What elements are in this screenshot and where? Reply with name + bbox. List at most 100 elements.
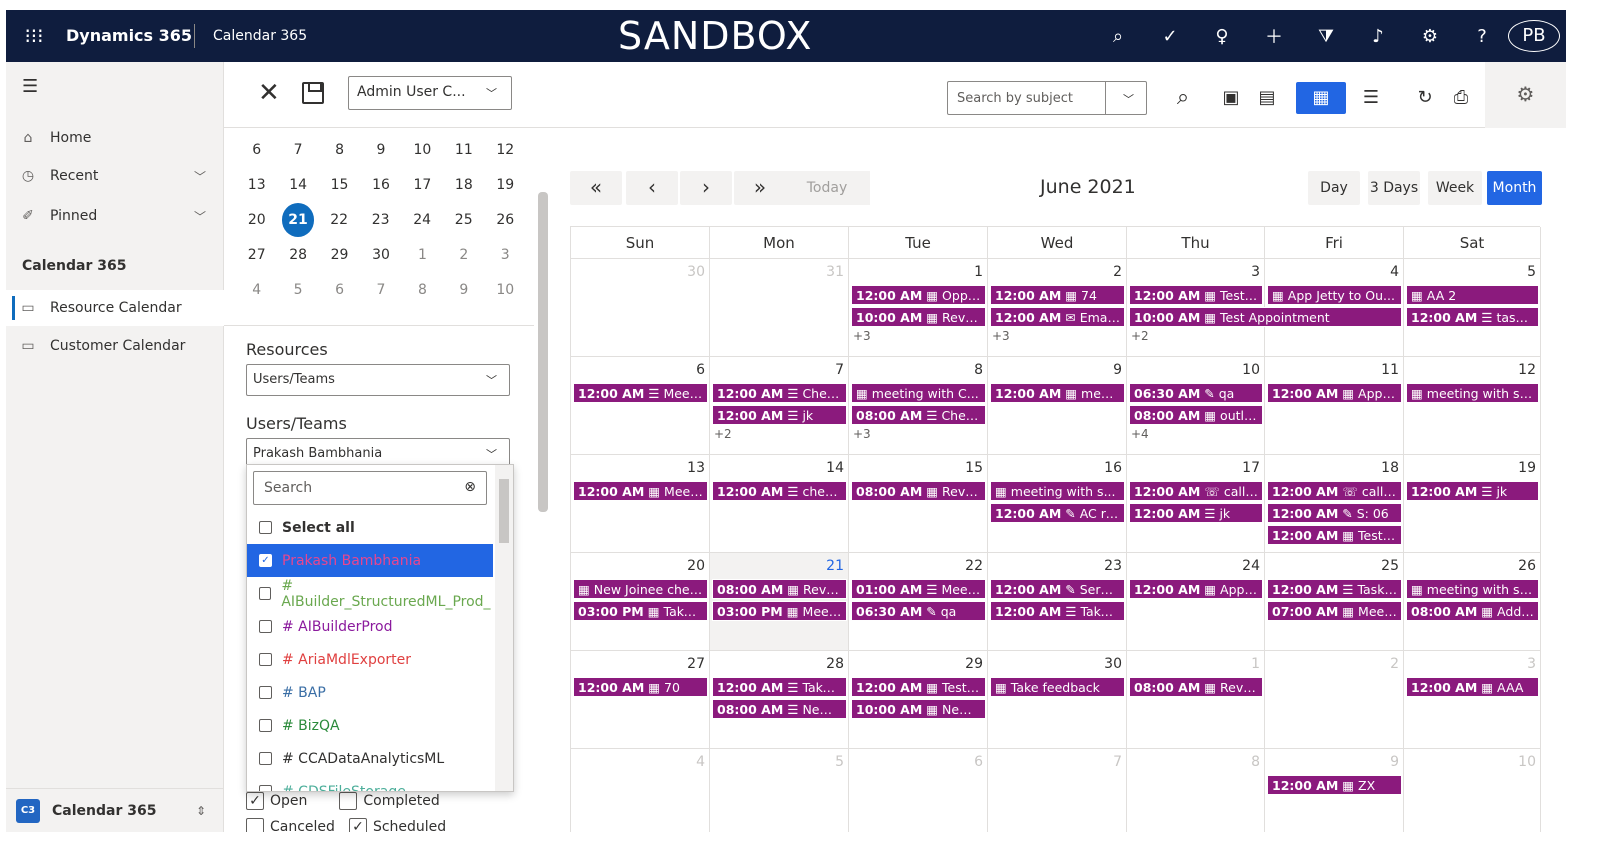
day-number[interactable]: 16 <box>1104 460 1122 476</box>
calendar-event[interactable]: 10:00 AM ▦ Test Appointment <box>1129 307 1402 327</box>
day-cell[interactable]: 8 ▦ meeting with C... 08:00 AM ☰ Chec... +3 <box>849 357 988 455</box>
day-number[interactable]: 23 <box>1104 558 1122 574</box>
calendar-event[interactable]: 12:00 AM ✎ Servi... <box>990 579 1125 599</box>
mini-calendar-day[interactable]: 1 <box>402 247 443 263</box>
calendar-event[interactable]: 12:00 AM ▦ AAA <box>1406 677 1539 697</box>
clear-icon[interactable]: ⊗ <box>464 479 476 495</box>
user-option[interactable]: ✓ Prakash Bambhania <box>247 544 493 577</box>
chevron-down-icon[interactable]: ﹀ <box>1123 91 1134 107</box>
refresh-icon[interactable]: ↻ <box>1408 82 1442 114</box>
mini-calendar-day[interactable]: 6 <box>236 142 277 158</box>
day-number[interactable]: 15 <box>965 460 983 476</box>
day-cell[interactable]: 11 12:00 AM ▦ App :... <box>1265 357 1404 455</box>
status-open-checkbox[interactable]: ✓ <box>246 792 264 810</box>
day-cell[interactable]: 5 ▦ AA 2 12:00 AM ☰ task ... <box>1404 259 1541 357</box>
day-number[interactable]: 21 <box>826 558 844 574</box>
area-switcher[interactable]: C3 Calendar 365 ⇕ <box>6 788 224 832</box>
day-number[interactable]: 10 <box>1518 754 1536 770</box>
day-number[interactable]: 11 <box>1381 362 1399 378</box>
day-number[interactable]: 30 <box>1104 656 1122 672</box>
calendar-event[interactable]: 12:00 AM ☰ Task ... <box>1267 579 1402 599</box>
day-cell[interactable]: 6 12:00 AM ☰ Meet... <box>571 357 710 455</box>
filter-icon[interactable]: ⧩ <box>1300 26 1352 47</box>
day-number[interactable]: 26 <box>1518 558 1536 574</box>
calendar-event[interactable]: ▦ meeting with sa... <box>1406 579 1539 599</box>
mini-calendar-day[interactable]: 9 <box>443 282 484 298</box>
calendar-event[interactable]: ▦ App Jetty to Ou... <box>1267 285 1402 305</box>
day-number[interactable]: 10 <box>1242 362 1260 378</box>
day-cell[interactable]: 10 06:30 AM ✎ qa 08:00 AM ▦ outlo... +4 <box>1127 357 1265 455</box>
calendar-event[interactable]: 12:00 AM ▦ App 01 <box>1129 579 1263 599</box>
mini-calendar-day[interactable]: 13 <box>236 177 277 193</box>
view-day-button[interactable]: Day <box>1308 171 1360 205</box>
day-cell[interactable]: 3 12:00 AM ▦ Test ... 10:00 AM ▦ Test Appo… <box>1127 259 1402 357</box>
scrollbar-thumb[interactable] <box>499 479 509 543</box>
save-icon[interactable] <box>302 82 324 104</box>
user-option-checkbox[interactable] <box>259 719 272 732</box>
day-cell[interactable]: 2 <box>1265 651 1404 749</box>
nav-item-recent[interactable]: ◷ Recent ﹀ <box>6 158 224 194</box>
day-cell[interactable]: 28 12:00 AM ☰ Take ... 08:00 AM ☰ New ... <box>710 651 849 749</box>
day-number[interactable]: 14 <box>826 460 844 476</box>
mini-calendar-day[interactable]: 6 <box>319 282 360 298</box>
calendar-event[interactable]: 12:00 AM ☰ task ... <box>1406 307 1539 327</box>
day-cell[interactable]: 21 08:00 AM ▦ Reve... 03:00 PM ▦ Meeti... <box>710 553 849 651</box>
more-events-link[interactable]: +3 <box>853 329 871 343</box>
day-number[interactable]: 1 <box>974 264 983 280</box>
day-cell[interactable]: 14 12:00 AM ☰ chec... <box>710 455 849 553</box>
more-events-link[interactable]: +4 <box>1131 427 1149 441</box>
calendar-event[interactable]: 12:00 AM ☰ Meet... <box>573 383 708 403</box>
mini-calendar-day[interactable]: 2 <box>443 247 484 263</box>
user-option-checkbox[interactable] <box>259 686 272 699</box>
next-month-button[interactable]: › <box>680 171 732 205</box>
day-cell[interactable]: 16 ▦ meeting with s... 12:00 AM ✎ AC re... <box>988 455 1127 553</box>
user-option[interactable]: # BAP <box>247 676 493 709</box>
day-cell[interactable]: 7 <box>988 749 1127 832</box>
day-number[interactable]: 18 <box>1381 460 1399 476</box>
mini-calendar-day[interactable]: 24 <box>401 212 443 228</box>
day-cell[interactable]: 22 01:00 AM ☰ Meet... 06:30 AM ✎ qa <box>849 553 988 651</box>
day-cell[interactable]: 3 12:00 AM ▦ AAA <box>1404 651 1541 749</box>
mini-calendar-day[interactable]: 22 <box>318 212 360 228</box>
day-cell[interactable]: 1 08:00 AM ▦ Reve... <box>1127 651 1265 749</box>
day-cell[interactable]: 10 <box>1404 749 1541 832</box>
day-number[interactable]: 2 <box>1390 656 1399 672</box>
resources-dropdown[interactable]: Users/Teams ﹀ <box>246 364 510 396</box>
calendar-event[interactable]: 12:00 AM ✉ Email... <box>990 307 1125 327</box>
mini-calendar-day[interactable]: 25 <box>443 212 485 228</box>
user-option[interactable]: # CDSFileStorage <box>247 775 493 791</box>
day-cell[interactable]: 20 ▦ New Joinee check 03:00 PM ▦ Take ... <box>571 553 710 651</box>
mini-calendar-day[interactable]: 11 <box>443 142 484 158</box>
day-number[interactable]: 8 <box>974 362 983 378</box>
status-canceled-checkbox[interactable] <box>246 818 264 832</box>
calendar-event[interactable]: 01:00 AM ☰ Meet... <box>851 579 986 599</box>
subject-search-input[interactable]: Search by subject ﹀ <box>947 81 1147 115</box>
day-number[interactable]: 22 <box>965 558 983 574</box>
day-number[interactable]: 13 <box>687 460 705 476</box>
mini-calendar-day[interactable]: 27 <box>236 247 277 263</box>
calendar-event[interactable]: 08:00 AM ▦ Reve... <box>1129 677 1263 697</box>
list-view-icon[interactable]: ☰ <box>1346 82 1396 114</box>
user-calendar-select[interactable]: Admin User C... ﹀ <box>348 76 512 110</box>
chevron-down-icon[interactable]: ﹀ <box>194 168 206 185</box>
day-number[interactable]: 25 <box>1381 558 1399 574</box>
day-number[interactable]: 6 <box>974 754 983 770</box>
day-number[interactable]: 6 <box>696 362 705 378</box>
next-year-button[interactable]: » <box>734 171 786 205</box>
user-option-checkbox[interactable] <box>259 752 272 765</box>
user-option-checkbox[interactable] <box>259 785 272 791</box>
calendar-event[interactable]: 12:00 AM ▦ 74 <box>990 285 1125 305</box>
more-events-link[interactable]: +3 <box>992 329 1010 343</box>
calendar-event[interactable]: 03:00 PM ▦ Meeti... <box>712 601 847 621</box>
day-number[interactable]: 5 <box>835 754 844 770</box>
user-option-checkbox[interactable] <box>259 587 272 600</box>
today-button[interactable]: Today <box>784 171 870 205</box>
app-name[interactable]: Calendar 365 <box>213 28 307 44</box>
mini-calendar-day[interactable]: 3 <box>485 247 526 263</box>
user-option[interactable]: # CCADataAnalyticsML <box>247 742 493 775</box>
mini-calendar-day[interactable]: 10 <box>485 282 526 298</box>
mini-calendar-day[interactable]: 28 <box>277 247 318 263</box>
user-option-checkbox[interactable] <box>259 620 272 633</box>
calendar-event[interactable]: ▦ meeting with sa... <box>1406 383 1539 403</box>
calendar-event[interactable]: 06:30 AM ✎ qa <box>1129 383 1263 403</box>
